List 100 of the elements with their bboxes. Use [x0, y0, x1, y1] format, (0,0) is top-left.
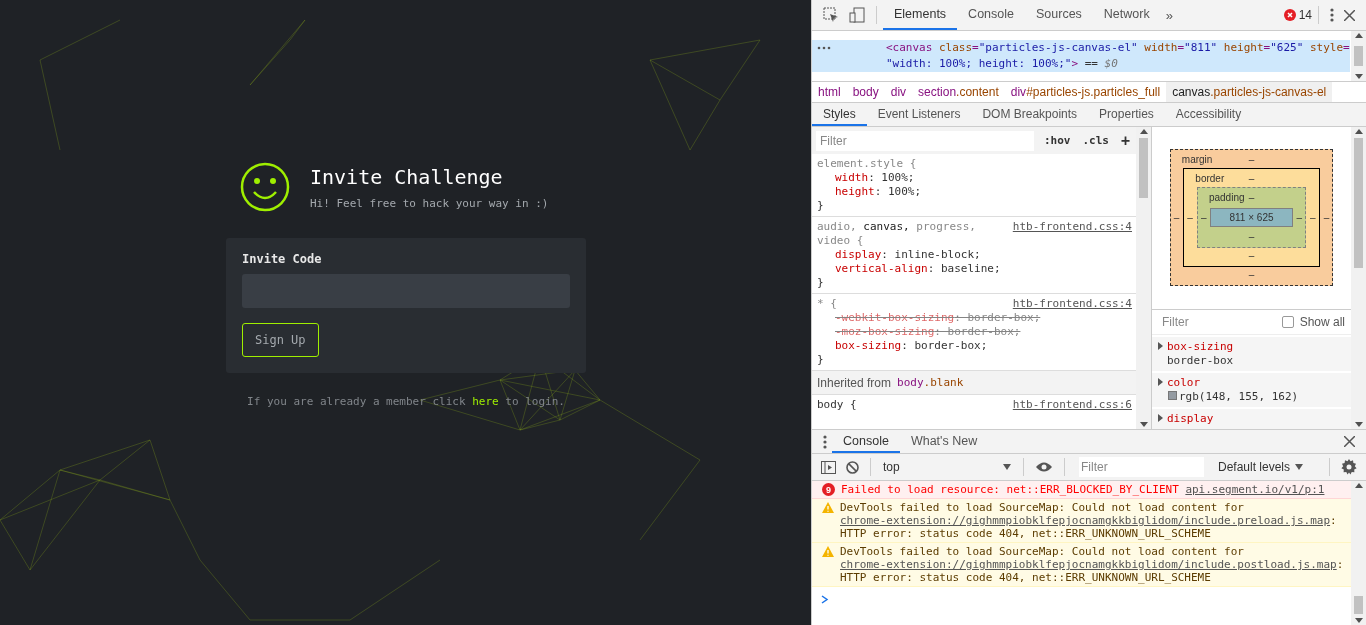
margin-value: –	[1248, 268, 1255, 283]
panel-tab[interactable]: Network	[1092, 0, 1161, 30]
content-size: 811 × 625	[1210, 208, 1293, 228]
border-value: –	[1310, 212, 1316, 224]
smiley-icon	[240, 162, 290, 212]
css-selector: audio, canvas, progress, video {	[817, 220, 977, 248]
panel-tab[interactable]: Console	[957, 0, 1025, 30]
inherited-element[interactable]: body.blank	[897, 376, 964, 389]
padding-value: –	[1248, 191, 1255, 206]
field-label: Invite Code	[242, 252, 322, 266]
breadcrumb[interactable]: canvas.particles-js-canvas-el	[1166, 82, 1333, 102]
scrollbar[interactable]	[1351, 31, 1366, 81]
computed-property[interactable]: color rgb(148, 155, 162)	[1152, 373, 1351, 407]
sidebar-tab[interactable]: DOM Breakpoints	[971, 103, 1089, 126]
border-label: border	[1194, 172, 1225, 187]
margin-label: margin	[1180, 153, 1213, 168]
login-hint: If you are already a member click here to login.	[246, 395, 566, 408]
scrollbar-thumb[interactable]	[1354, 46, 1363, 66]
computed-property[interactable]: display	[1152, 409, 1351, 429]
error-count: 14	[1298, 8, 1312, 22]
hover-state-button[interactable]: :hov	[1041, 134, 1073, 147]
sidebar-tab[interactable]: Properties	[1088, 103, 1165, 126]
dropdown-caret-icon	[1003, 464, 1011, 470]
ellipsis-icon[interactable]	[817, 46, 831, 50]
computed-property[interactable]: box-sizing border-box	[1152, 337, 1351, 371]
page-subtitle: Hi! Feel free to hack your way in :)	[310, 196, 549, 210]
console-message-text: DevTools failed to load SourceMap: Could not load content for chrome-extension://gighmmpiobklfepjocnamgkkbiglidom/include.preload.js.map: HTTP error: status code 404, net::ERR_UNKNOWN_URL_SCHEME	[840, 501, 1338, 540]
inherited-label: Inherited from	[817, 375, 892, 390]
padding-value: –	[1200, 212, 1207, 224]
more-tabs-button[interactable]: »	[1160, 0, 1178, 30]
border-value: –	[1248, 172, 1255, 187]
margin-value: –	[1323, 212, 1330, 224]
css-selector: element.style {	[817, 157, 918, 171]
sidebar-tab[interactable]: Event Listeners	[866, 103, 972, 126]
padding-value: –	[1248, 230, 1255, 245]
panel-tab[interactable]: Elements	[883, 0, 958, 30]
console-message-text: Failed to load resource: net::ERR_BLOCKED_BY_CLIENT api.segment.io/v1/p:1	[841, 483, 1325, 496]
warning-icon	[822, 546, 834, 557]
show-all-checkbox[interactable]	[1281, 315, 1294, 328]
scrollbar[interactable]	[1351, 481, 1366, 625]
scrollbar-thumb[interactable]	[1139, 138, 1148, 198]
console-filter-field[interactable]: Filter	[1079, 457, 1204, 477]
prompt-chevron-icon	[821, 595, 829, 604]
context-selector[interactable]: top	[877, 454, 1017, 480]
css-declaration: display: inline-block;	[834, 248, 982, 262]
scroll-down-icon[interactable]	[1139, 422, 1148, 427]
message-link[interactable]: api.segment.io/v1/p:1	[1185, 483, 1325, 496]
css-declaration: box-sizing: border-box;	[834, 339, 989, 353]
css-selector: body {	[817, 398, 858, 412]
closing-brace: }	[817, 199, 825, 213]
error-icon	[1283, 9, 1296, 21]
css-declaration: vertical-align: baseline;	[834, 262, 1002, 276]
css-declaration: -webkit-box-sizing: border-box;	[834, 311, 1042, 325]
source-link[interactable]: htb-frontend.css:4	[1012, 220, 1132, 234]
page-title: Invite Challenge	[310, 164, 504, 189]
panel-tab[interactable]: Sources	[1025, 0, 1093, 30]
new-rule-button[interactable]: +	[1118, 131, 1132, 150]
border-value: –	[1248, 249, 1255, 264]
class-toggle-button[interactable]: .cls	[1080, 134, 1111, 147]
padding-label: padding	[1207, 191, 1245, 206]
scroll-up-icon[interactable]	[1354, 129, 1363, 134]
warning-icon	[822, 502, 834, 513]
closing-brace: }	[817, 276, 825, 290]
scrollbar-thumb[interactable]	[1354, 138, 1363, 268]
sign-up-button[interactable]: Sign Up	[242, 323, 319, 357]
source-link[interactable]: htb-frontend.css:6	[1012, 398, 1132, 412]
drawer-tab[interactable]: What's New	[899, 430, 989, 453]
breadcrumb[interactable]: html	[812, 82, 847, 102]
breadcrumb[interactable]: section.content	[912, 82, 1005, 102]
scrollbar[interactable]	[1351, 127, 1366, 429]
breadcrumb[interactable]: div	[884, 82, 913, 102]
scroll-up-icon[interactable]	[1354, 33, 1363, 38]
closing-brace: }	[817, 353, 825, 367]
scrollbar-thumb[interactable]	[1354, 596, 1363, 614]
css-selector: * {	[817, 297, 838, 311]
message-link[interactable]: chrome-extension://gighmmpiobklfepjocnamgkkbiglidom/include.preload.js.map	[840, 514, 1331, 527]
sidebar-tab[interactable]: Accessibility	[1164, 103, 1253, 126]
message-link[interactable]: chrome-extension://gighmmpiobklfepjocnamgkkbiglidom/include.postload.js.map	[840, 558, 1337, 571]
padding-value: –	[1296, 212, 1303, 224]
log-levels-dropdown[interactable]: Default levels	[1212, 459, 1310, 475]
css-declaration: width: 100%;	[834, 171, 916, 185]
show-all-label: Show all	[1299, 314, 1345, 329]
scroll-up-icon[interactable]	[1139, 129, 1148, 134]
scroll-down-icon[interactable]	[1354, 422, 1363, 427]
breadcrumb[interactable]: body	[846, 82, 885, 102]
css-declaration: -moz-box-sizing: border-box;	[834, 325, 1022, 339]
repeat-count-badge: 9	[822, 483, 835, 496]
dropdown-caret-icon	[1295, 464, 1304, 470]
here-link[interactable]: here	[472, 395, 499, 408]
margin-value: –	[1248, 153, 1255, 168]
styles-filter-field[interactable]: Filter	[816, 130, 1034, 151]
css-declaration: height: 100%;	[834, 185, 923, 199]
scroll-up-icon[interactable]	[1354, 483, 1363, 488]
breadcrumb[interactable]: div#particles-js.particles_full	[1004, 82, 1167, 102]
scrollbar[interactable]	[1136, 127, 1151, 429]
scroll-down-icon[interactable]	[1354, 74, 1363, 79]
console-message-text: DevTools failed to load SourceMap: Could not load content for chrome-extension://gighmmpiobklfepjocnamgkkbiglidom/include.postload.js.map: HTTP error: status code 404, net::ERR_UNKNOWN_URL_SCHEME	[840, 545, 1344, 584]
scroll-down-icon[interactable]	[1354, 618, 1363, 623]
margin-value: –	[1173, 212, 1180, 224]
source-link[interactable]: htb-frontend.css:4	[1012, 297, 1132, 311]
